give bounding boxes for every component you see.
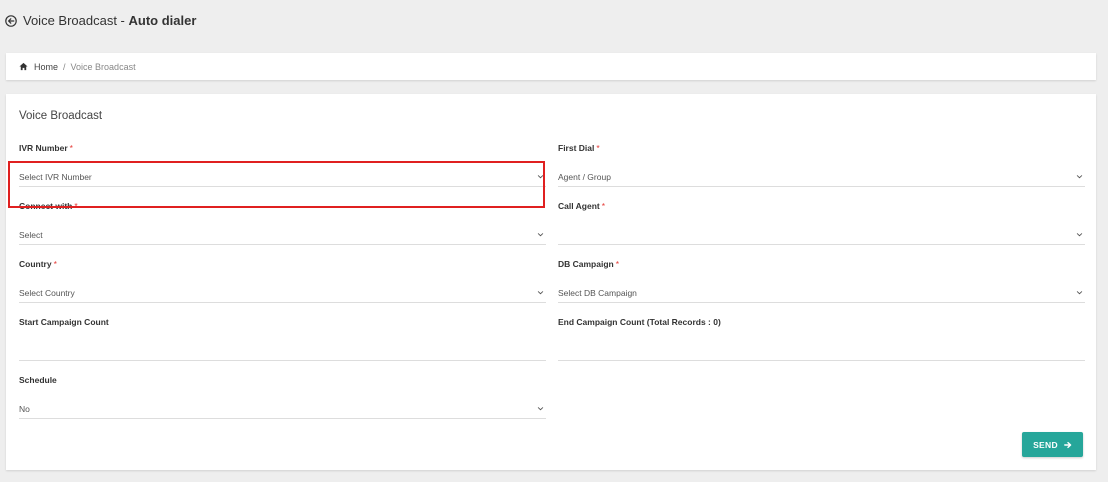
chevron-down-icon [537,291,544,295]
call-agent-label: Call Agent * [558,200,1085,212]
db-campaign-label: DB Campaign * [558,258,1085,270]
start-campaign-count-label: Start Campaign Count [19,317,109,327]
first-dial-label: First Dial * [558,142,1085,154]
first-dial-label-text: First Dial [558,143,595,153]
country-value: Select Country [19,287,75,298]
schedule-select[interactable]: No [19,399,546,419]
end-campaign-count-input[interactable] [558,341,1085,361]
chevron-down-icon [537,407,544,411]
chevron-down-icon [1076,291,1083,295]
home-icon [19,62,28,71]
start-campaign-count-field: Start Campaign Count [19,316,546,361]
ivr-number-value: Select IVR Number [19,171,92,182]
connect-with-label: Connect with * [19,200,546,212]
send-button-label: SEND [1033,439,1058,450]
ivr-number-label-text: IVR Number [19,143,68,153]
required-marker: * [53,259,57,269]
schedule-value: No [19,403,30,414]
db-campaign-field: DB Campaign * Select DB Campaign [558,258,1085,303]
schedule-field: Schedule No [19,374,546,419]
connect-with-select[interactable]: Select [19,225,546,245]
call-agent-label-text: Call Agent [558,201,600,211]
voice-broadcast-form-card: Voice Broadcast IVR Number * Select IVR N… [6,94,1096,470]
required-marker: * [601,201,606,211]
breadcrumb-home-link[interactable]: Home [34,62,58,72]
required-marker: * [69,143,73,153]
country-field: Country * Select Country [19,258,546,303]
start-campaign-count-input[interactable] [19,341,546,361]
chevron-down-icon [1076,233,1083,237]
first-dial-field: First Dial * Agent / Group [558,142,1085,187]
end-campaign-count-field: End Campaign Count (Total Records : 0) [558,316,1085,361]
required-marker: * [615,259,620,269]
first-dial-value: Agent / Group [558,171,611,182]
breadcrumb-separator: / [63,61,66,72]
connect-with-label-text: Connect with [19,201,73,211]
page-header: Voice Broadcast - Auto dialer [5,13,196,28]
total-records-text: (Total Records : 0) [646,317,721,327]
end-campaign-count-label: End Campaign Count (Total Records : 0) [558,316,1085,328]
connect-with-value: Select [19,229,43,240]
call-agent-field: Call Agent * [558,200,1085,245]
required-marker: * [596,143,600,153]
end-campaign-count-label-text: End Campaign Count [558,317,645,327]
db-campaign-select[interactable]: Select DB Campaign [558,283,1085,303]
connect-with-field: Connect with * Select [19,200,546,245]
country-label: Country * [19,258,546,270]
db-campaign-label-text: DB Campaign [558,259,614,269]
ivr-number-field: IVR Number * Select IVR Number [19,142,546,187]
page-title-strong: Auto dialer [128,13,197,28]
schedule-label: Schedule [19,375,57,385]
ivr-number-label: IVR Number * [19,142,546,154]
arrow-right-icon [1064,441,1072,448]
send-button[interactable]: SEND [1022,432,1083,457]
chevron-down-icon [537,233,544,237]
page-title-prefix: Voice Broadcast - [23,13,129,28]
country-label-text: Country [19,259,52,269]
required-marker: * [74,201,78,211]
first-dial-select[interactable]: Agent / Group [558,167,1085,187]
db-campaign-value: Select DB Campaign [558,287,637,298]
country-select[interactable]: Select Country [19,283,546,303]
chevron-down-icon [537,175,544,179]
ivr-number-select[interactable]: Select IVR Number [19,167,546,187]
back-arrow-icon[interactable] [5,14,17,27]
page-title: Voice Broadcast - Auto dialer [23,13,196,28]
chevron-down-icon [1076,175,1083,179]
breadcrumb-current: Voice Broadcast [70,61,136,72]
call-agent-select[interactable] [558,225,1085,245]
form-title: Voice Broadcast [19,110,103,122]
breadcrumb: Home / Voice Broadcast [6,53,1096,80]
